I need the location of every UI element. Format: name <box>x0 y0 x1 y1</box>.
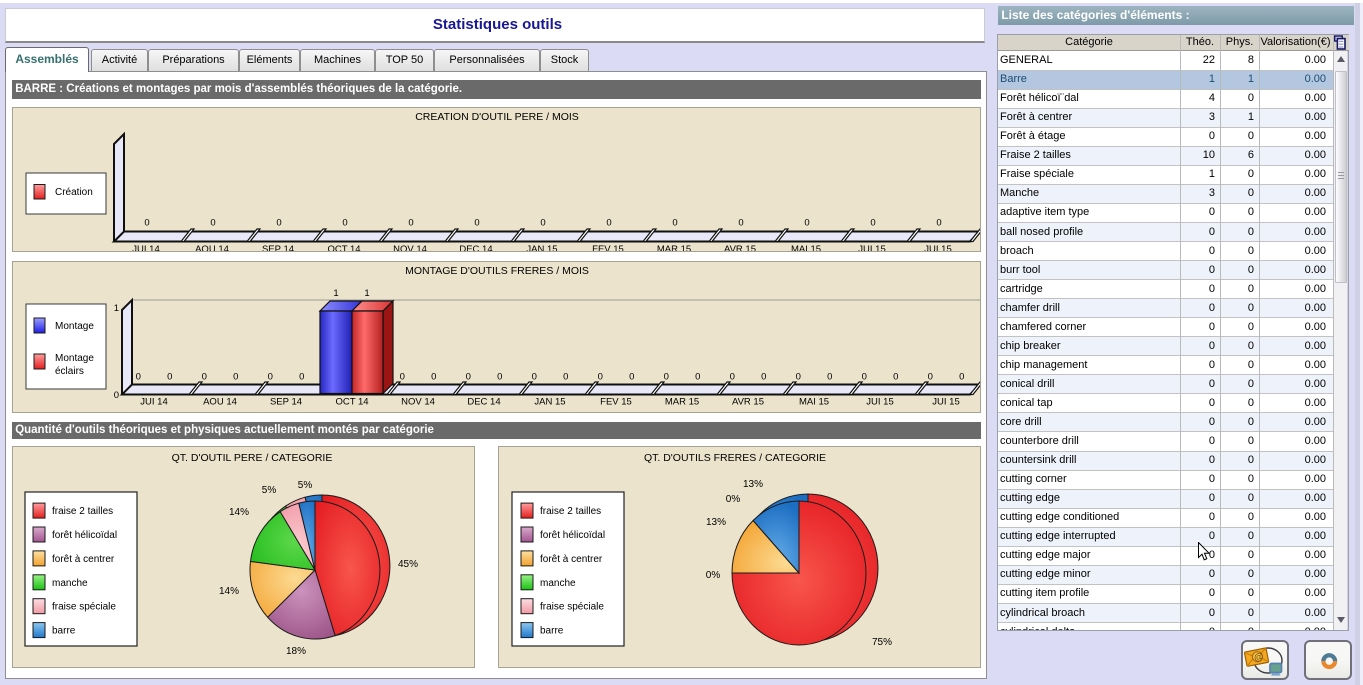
svg-text:0: 0 <box>233 372 238 383</box>
svg-text:DEC 14: DEC 14 <box>467 397 500 408</box>
svg-text:MAR 15: MAR 15 <box>657 244 691 251</box>
svg-text:fraise spéciale: fraise spéciale <box>540 602 604 613</box>
svg-text:0: 0 <box>870 218 875 229</box>
svg-text:AOU 14: AOU 14 <box>203 397 237 408</box>
svg-text:JUI 14: JUI 14 <box>132 244 159 251</box>
svg-text:0: 0 <box>664 372 669 383</box>
svg-text:1: 1 <box>333 288 338 299</box>
svg-text:DEC 14: DEC 14 <box>459 244 492 251</box>
svg-text:Montage: Montage <box>55 353 94 364</box>
svg-text:FEV 15: FEV 15 <box>592 244 624 251</box>
svg-text:0: 0 <box>827 372 832 383</box>
svg-text:SEP 14: SEP 14 <box>262 244 294 251</box>
svg-text:0: 0 <box>672 218 677 229</box>
svg-text:QT. D'OUTIL PERE / CATEGORIE: QT. D'OUTIL PERE / CATEGORIE <box>172 452 333 464</box>
svg-text:fraise 2 tailles: fraise 2 tailles <box>52 506 113 517</box>
svg-text:0: 0 <box>695 372 700 383</box>
svg-text:forêt hélicoïdal: forêt hélicoïdal <box>52 530 117 541</box>
svg-text:AOU 14: AOU 14 <box>195 244 229 251</box>
svg-text:18%: 18% <box>286 646 306 657</box>
svg-text:0: 0 <box>598 372 603 383</box>
svg-text:14%: 14% <box>219 586 239 597</box>
svg-text:FEV 15: FEV 15 <box>600 397 632 408</box>
svg-text:0%: 0% <box>726 494 741 505</box>
svg-text:0: 0 <box>796 372 801 383</box>
svg-text:MAI 15: MAI 15 <box>799 397 829 408</box>
svg-text:5%: 5% <box>298 480 313 491</box>
svg-text:0: 0 <box>959 372 964 383</box>
svg-text:0: 0 <box>210 218 215 229</box>
svg-text:0: 0 <box>606 218 611 229</box>
svg-text:AVR 15: AVR 15 <box>732 397 764 408</box>
svg-text:JAN 15: JAN 15 <box>526 244 557 251</box>
svg-text:0: 0 <box>893 372 898 383</box>
svg-text:JUI 15: JUI 15 <box>866 397 893 408</box>
svg-text:1: 1 <box>114 303 119 314</box>
svg-text:0: 0 <box>114 390 119 401</box>
svg-text:0: 0 <box>136 372 141 383</box>
svg-text:Montage: Montage <box>55 321 94 332</box>
svg-text:0: 0 <box>761 372 766 383</box>
svg-text:0: 0 <box>563 372 568 383</box>
svg-text:0: 0 <box>276 218 281 229</box>
svg-text:forêt à centrer: forêt à centrer <box>540 554 603 565</box>
svg-text:5%: 5% <box>262 485 277 496</box>
svg-text:forêt hélicoïdal: forêt hélicoïdal <box>540 530 605 541</box>
svg-text:manche: manche <box>52 578 88 589</box>
svg-text:MONTAGE D'OUTILS FRERES / MOIS: MONTAGE D'OUTILS FRERES / MOIS <box>405 265 589 277</box>
svg-text:45%: 45% <box>398 559 418 570</box>
svg-text:0: 0 <box>268 372 273 383</box>
svg-text:0: 0 <box>466 372 471 383</box>
svg-text:CREATION D'OUTIL PERE / MOIS: CREATION D'OUTIL PERE / MOIS <box>415 111 579 123</box>
svg-text:forêt à centrer: forêt à centrer <box>52 554 115 565</box>
svg-text:éclairs: éclairs <box>55 366 84 377</box>
svg-text:0: 0 <box>497 372 502 383</box>
svg-text:1: 1 <box>364 288 369 299</box>
svg-text:0: 0 <box>540 218 545 229</box>
svg-text:0: 0 <box>804 218 809 229</box>
svg-text:JUI 15: JUI 15 <box>932 397 959 408</box>
svg-text:QT. D'OUTILS FRERES / CATEGORI: QT. D'OUTILS FRERES / CATEGORIE <box>644 452 826 464</box>
svg-text:13%: 13% <box>706 517 726 528</box>
svg-text:0: 0 <box>431 372 436 383</box>
svg-text:Création: Création <box>55 187 93 198</box>
svg-text:OCT 14: OCT 14 <box>335 397 368 408</box>
svg-text:0: 0 <box>342 218 347 229</box>
svg-text:barre: barre <box>540 626 564 637</box>
svg-text:JUI 14: JUI 14 <box>140 397 167 408</box>
svg-text:MAI 15: MAI 15 <box>791 244 821 251</box>
svg-text:13%: 13% <box>743 479 763 490</box>
svg-text:JUI 15: JUI 15 <box>858 244 885 251</box>
svg-text:0: 0 <box>474 218 479 229</box>
svg-text:0: 0 <box>144 218 149 229</box>
svg-text:0: 0 <box>202 372 207 383</box>
svg-text:NOV 14: NOV 14 <box>393 244 427 251</box>
svg-text:JUI 15: JUI 15 <box>924 244 951 251</box>
svg-text:0: 0 <box>167 372 172 383</box>
svg-text:75%: 75% <box>872 637 892 648</box>
svg-text:14%: 14% <box>229 507 249 518</box>
svg-text:0: 0 <box>862 372 867 383</box>
svg-text:0: 0 <box>400 372 405 383</box>
svg-text:NOV 14: NOV 14 <box>401 397 435 408</box>
svg-text:manche: manche <box>540 578 576 589</box>
svg-text:fraise spéciale: fraise spéciale <box>52 602 116 613</box>
svg-text:0: 0 <box>936 218 941 229</box>
svg-text:0: 0 <box>532 372 537 383</box>
svg-text:JAN 15: JAN 15 <box>534 397 565 408</box>
svg-text:0: 0 <box>928 372 933 383</box>
svg-text:0: 0 <box>730 372 735 383</box>
svg-text:0: 0 <box>299 372 304 383</box>
svg-text:0: 0 <box>738 218 743 229</box>
svg-text:SEP 14: SEP 14 <box>270 397 302 408</box>
svg-text:0: 0 <box>629 372 634 383</box>
svg-text:MAR 15: MAR 15 <box>665 397 699 408</box>
svg-text:barre: barre <box>52 626 76 637</box>
svg-text:OCT 14: OCT 14 <box>327 244 360 251</box>
svg-text:AVR 15: AVR 15 <box>724 244 756 251</box>
svg-text:fraise 2 tailles: fraise 2 tailles <box>540 506 601 517</box>
svg-text:0%: 0% <box>706 570 721 581</box>
svg-text:0: 0 <box>408 218 413 229</box>
